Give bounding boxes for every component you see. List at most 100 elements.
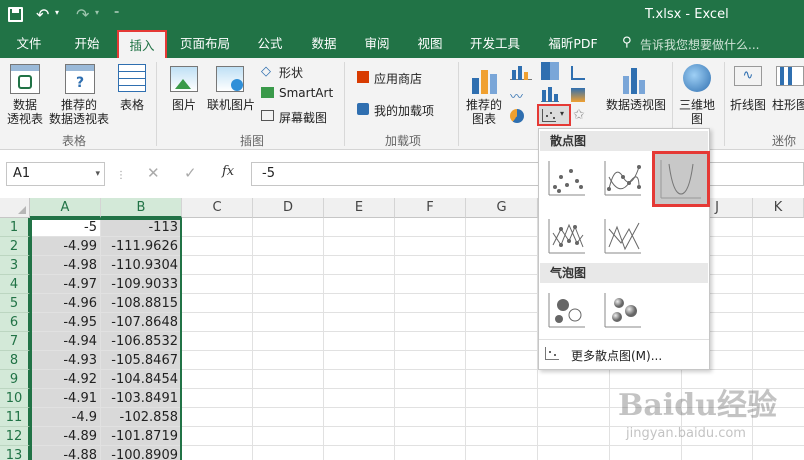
- online-picture-icon: [216, 66, 244, 92]
- save-icon[interactable]: [8, 7, 23, 22]
- formula-separator: ⋮: [116, 170, 126, 181]
- line-chart-icon[interactable]: 〰: [510, 86, 523, 105]
- scatter-straight-lines[interactable]: [601, 215, 645, 257]
- row-header[interactable]: 9: [0, 370, 30, 389]
- column-header-a[interactable]: A: [30, 198, 101, 218]
- tab-formulas[interactable]: 公式: [250, 30, 290, 58]
- line-sparkline-button[interactable]: 折线图: [728, 98, 768, 112]
- scatter-smooth-lines-icon: [660, 160, 701, 199]
- row-header[interactable]: 4: [0, 275, 30, 294]
- enter-icon[interactable]: ✓: [184, 164, 197, 182]
- column-header-e[interactable]: E: [324, 198, 395, 218]
- name-box-dropdown-icon[interactable]: ▾: [95, 163, 100, 185]
- ribbon-tabs: 文件 开始 插入 页面布局 公式 数据 审阅 视图 开发工具 福昕PDF ⚲ 告…: [0, 30, 804, 58]
- tab-home[interactable]: 开始: [64, 30, 110, 58]
- cancel-icon[interactable]: ✕: [147, 164, 160, 182]
- tab-foxit-pdf[interactable]: 福昕PDF: [540, 30, 606, 58]
- name-box[interactable]: A1 ▾: [6, 162, 105, 186]
- formula-input[interactable]: -5: [251, 162, 804, 186]
- row-header[interactable]: 3: [0, 256, 30, 275]
- row-gridline: [182, 331, 804, 332]
- more-scatter-charts[interactable]: 更多散点图(M)...: [571, 347, 662, 364]
- column-chart-icon[interactable]: [510, 64, 532, 80]
- redo-icon[interactable]: ↷: [76, 5, 89, 24]
- hierarchy-chart-icon[interactable]: [541, 62, 559, 80]
- column-header-c[interactable]: C: [182, 198, 253, 218]
- row-gridline: [182, 312, 804, 313]
- column-header-b[interactable]: B: [101, 198, 182, 218]
- column-header-d[interactable]: D: [253, 198, 324, 218]
- my-addins-icon: [357, 103, 369, 115]
- title-bar: ↶ ▾ ↷ ▾ ₌ T.xlsx - Excel: [0, 0, 804, 30]
- smartart-button[interactable]: SmartArt: [279, 86, 333, 100]
- more-scatter-icon: [545, 347, 559, 360]
- column-header-k[interactable]: K: [753, 198, 804, 218]
- row-header[interactable]: 6: [0, 313, 30, 332]
- pie-chart-icon[interactable]: [510, 109, 524, 123]
- column-sparkline-icon: [776, 66, 804, 86]
- tab-data[interactable]: 数据: [304, 30, 344, 58]
- row-header[interactable]: 5: [0, 294, 30, 313]
- picture-button[interactable]: 图片: [164, 98, 204, 112]
- undo-icon[interactable]: ↶: [36, 5, 49, 24]
- table-button[interactable]: 表格: [114, 98, 150, 112]
- pivot-chart-button[interactable]: 数据透视图: [602, 98, 670, 112]
- tab-file[interactable]: 文件: [6, 30, 52, 58]
- row-header[interactable]: 10: [0, 389, 30, 408]
- column-header-g[interactable]: G: [466, 198, 538, 218]
- 3d-bubble-icon: [604, 293, 641, 328]
- bubble-icon: [548, 293, 585, 328]
- row-header[interactable]: 12: [0, 427, 30, 446]
- scatter-smooth-lines[interactable]: [652, 151, 710, 207]
- row-header[interactable]: 8: [0, 351, 30, 370]
- waterfall-chart-icon[interactable]: [571, 66, 585, 80]
- select-all-corner[interactable]: [0, 198, 30, 218]
- undo-dropdown-icon[interactable]: ▾: [55, 8, 59, 17]
- customize-qat-icon[interactable]: ₌: [114, 6, 119, 17]
- scatter-section-header: 散点图: [540, 131, 708, 151]
- pivot-table-button[interactable]: 数据 透视表: [2, 98, 48, 126]
- more-charts-divider: [539, 339, 709, 340]
- recommended-charts-button[interactable]: 推荐的 图表: [463, 98, 505, 126]
- screenshot-button[interactable]: 屏幕截图: [279, 109, 327, 126]
- table-icon: [118, 64, 146, 92]
- tell-me-box[interactable]: 告诉我您想要做什么...: [640, 36, 759, 53]
- 3d-map-button[interactable]: 三维地 图: [676, 98, 718, 126]
- recommended-pivot-button[interactable]: 推荐的 数据透视表: [46, 98, 112, 126]
- scatter-smooth-lines-markers[interactable]: [601, 157, 645, 199]
- group-tables-label: 表格: [62, 134, 87, 148]
- row-header[interactable]: 7: [0, 332, 30, 351]
- stats-chart-icon[interactable]: [541, 86, 559, 102]
- watermark-brand: Baidu经验: [618, 388, 777, 423]
- scatter-markers-only[interactable]: [545, 157, 589, 199]
- tab-view[interactable]: 视图: [410, 30, 450, 58]
- scatter-chart-button[interactable]: ▾: [537, 104, 571, 126]
- scatter-straight-icon: [604, 219, 641, 254]
- radar-chart-icon[interactable]: ✩: [573, 107, 585, 123]
- tab-review[interactable]: 审阅: [357, 30, 397, 58]
- row-header[interactable]: 1: [0, 218, 30, 237]
- 3d-bubble-chart[interactable]: [601, 289, 645, 331]
- group-addins-label: 加载项: [385, 134, 422, 148]
- row-gridline: [182, 369, 804, 370]
- row-header[interactable]: 2: [0, 237, 30, 256]
- insert-function-icon[interactable]: fx: [222, 164, 234, 179]
- scatter-straight-lines-markers[interactable]: [545, 215, 589, 257]
- row-header[interactable]: 11: [0, 408, 30, 427]
- redo-dropdown-icon[interactable]: ▾: [95, 8, 99, 17]
- combo-chart-icon[interactable]: [571, 88, 585, 102]
- shapes-icon: ◇: [261, 64, 271, 79]
- shapes-button[interactable]: 形状: [279, 64, 303, 81]
- bubble-chart[interactable]: [545, 289, 589, 331]
- row-gridline: [182, 350, 804, 351]
- app-store-button[interactable]: 应用商店: [374, 70, 422, 87]
- tab-page-layout[interactable]: 页面布局: [174, 30, 236, 58]
- my-addins-button[interactable]: 我的加载项: [374, 102, 434, 119]
- row-header[interactable]: 13: [0, 446, 30, 460]
- column-sparkline-button[interactable]: 柱形图: [772, 98, 804, 112]
- online-picture-button[interactable]: 联机图片: [204, 98, 258, 112]
- group-illustrations-label: 插图: [240, 134, 265, 148]
- tab-developer[interactable]: 开发工具: [463, 30, 527, 58]
- column-header-f[interactable]: F: [395, 198, 466, 218]
- tab-insert[interactable]: 插入: [117, 30, 167, 58]
